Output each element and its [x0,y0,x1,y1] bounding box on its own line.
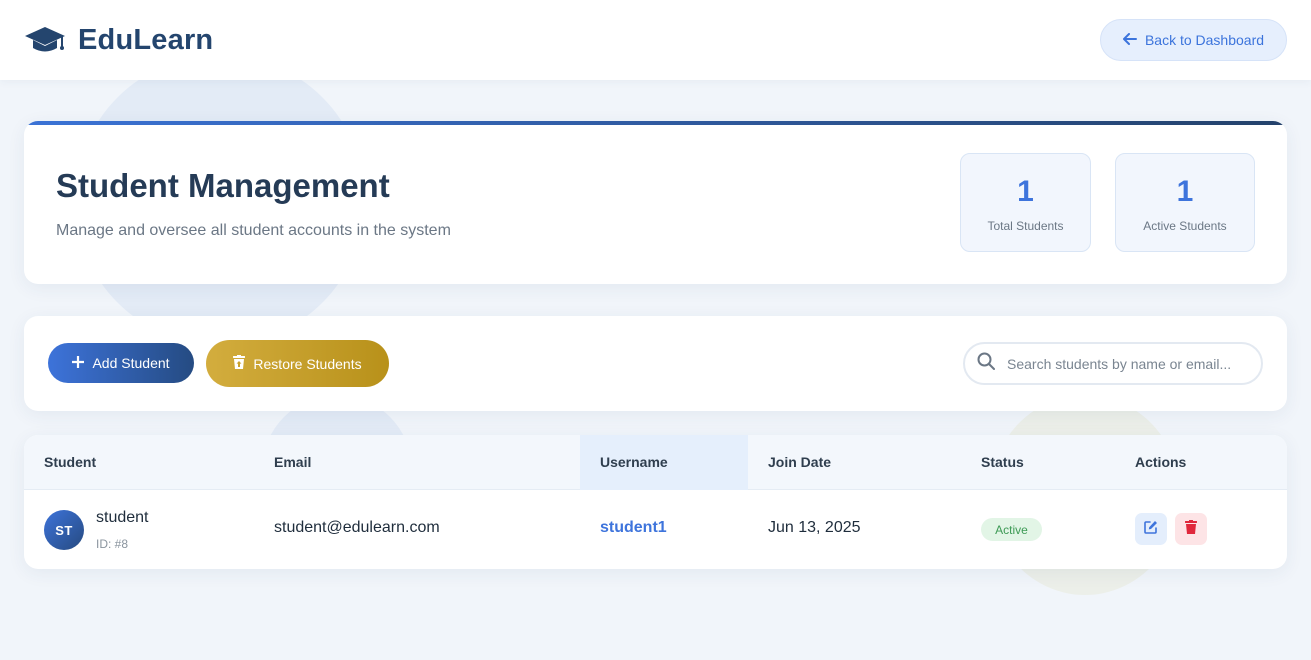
column-header-join-date[interactable]: Join Date [768,435,831,490]
search-input[interactable] [1007,355,1247,372]
page-title: Student Management [56,167,390,204]
back-to-dashboard-label: Back to Dashboard [1144,32,1265,48]
back-to-dashboard-button[interactable]: Back to Dashboard [1100,19,1287,61]
add-student-label: Add Student [92,355,170,371]
column-header-username[interactable]: Username [600,435,668,490]
top-navbar: EduLearn Back to Dashboard [0,0,1311,80]
column-header-actions: Actions [1135,454,1187,470]
search-box [963,342,1263,385]
page-header-card: Student Management Manage and oversee al… [24,121,1287,284]
restore-students-label: Restore Students [253,355,362,372]
edit-icon [1144,520,1158,539]
stat-value: 1 [1017,174,1034,208]
status-badge: Active [981,518,1042,541]
column-header-student[interactable]: Student [44,435,96,490]
stat-value: 1 [1176,174,1194,208]
student-email: student@edulearn.com [274,519,440,536]
column-header-email[interactable]: Email [274,435,311,490]
graduation-cap-icon [24,25,66,55]
stat-active-students: 1 Active Students [1115,153,1255,252]
page-subtitle: Manage and oversee all student accounts … [56,222,451,239]
add-student-button[interactable]: Add Student [48,343,194,383]
avatar: ST [44,510,84,550]
table-header: Student Email Username Join Date Status … [24,435,1287,490]
stat-label: Total Students [987,218,1064,233]
restore-students-button[interactable]: Restore Students [206,340,389,387]
stat-label: Active Students [1143,218,1227,233]
student-username: student1 [600,519,667,536]
student-name: student [96,509,149,526]
trash-restore-icon [233,355,246,372]
search-icon [977,352,995,375]
student-join-date: Jun 13, 2025 [768,519,861,536]
table-row: ST student ID: #8 student@edulearn.com s… [24,490,1287,569]
toolbar-card: Add Student Restore Students [24,316,1287,411]
stat-total-students: 1 Total Students [960,153,1091,252]
student-id: ID: #8 [96,537,129,551]
brand-name: EduLearn [78,23,214,56]
header-accent-bar [24,121,1287,125]
students-table: Student Email Username Join Date Status … [24,435,1287,569]
delete-student-button[interactable] [1175,513,1207,545]
plus-icon [72,355,85,371]
edit-student-button[interactable] [1135,513,1167,545]
arrow-left-icon [1122,32,1137,48]
column-header-status[interactable]: Status [981,435,1024,490]
brand[interactable]: EduLearn [24,24,213,57]
delete-icon [1185,519,1197,539]
